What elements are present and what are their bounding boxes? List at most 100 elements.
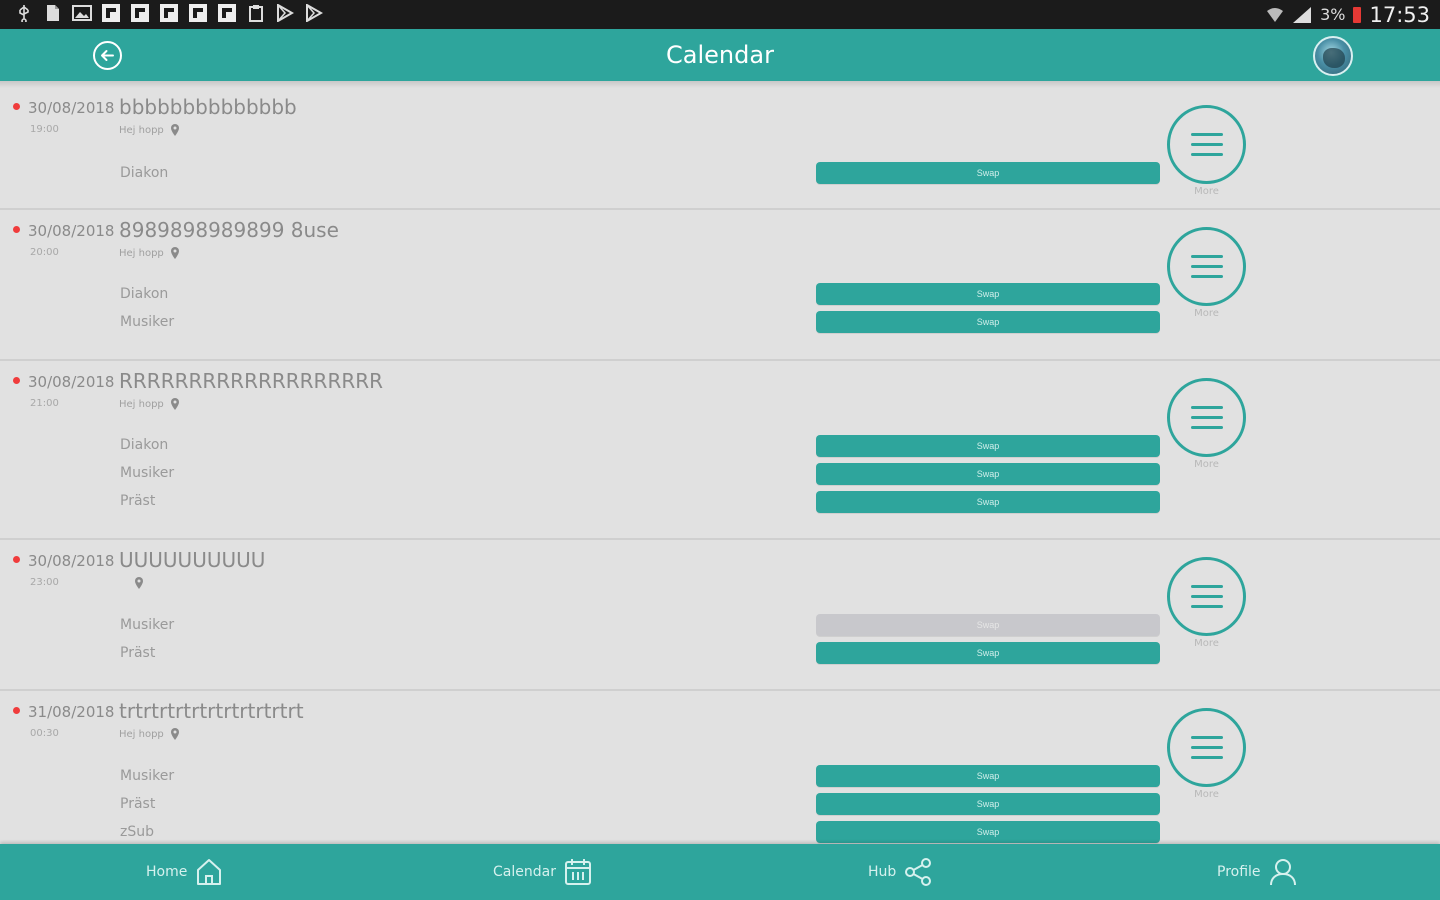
more-button[interactable] [1167, 227, 1246, 306]
nav-profile[interactable]: Profile [1217, 844, 1297, 900]
more-button[interactable] [1167, 708, 1246, 787]
event-time: 00:30 [30, 728, 59, 739]
event-item[interactable]: 30/08/2018 21:00 RRRRRRRRRRRRRRRRRRR Hej… [0, 361, 1440, 540]
event-status-dot [13, 556, 20, 563]
nav-hub[interactable]: Hub [868, 844, 932, 900]
swap-button[interactable]: Swap [816, 491, 1160, 513]
role-label: Präst [120, 645, 156, 661]
play-store-icon [304, 3, 324, 23]
app-header: Calendar [0, 29, 1440, 81]
event-location[interactable]: Hej hopp [119, 728, 180, 740]
app-notification-icon [159, 3, 179, 23]
back-button[interactable] [92, 40, 123, 71]
wifi-icon [1267, 7, 1284, 22]
role-label: Musiker [120, 617, 175, 633]
location-pin-icon [170, 398, 179, 410]
nav-home-label: Home [146, 864, 188, 880]
swap-button[interactable]: Swap [816, 283, 1160, 305]
location-pin-icon [170, 124, 179, 136]
more-label: More [1194, 459, 1219, 470]
event-status-dot [13, 226, 20, 233]
nav-profile-label: Profile [1217, 864, 1261, 880]
event-title: RRRRRRRRRRRRRRRRRRR [119, 369, 384, 393]
event-time: 19:00 [30, 124, 59, 135]
role-label: zSub [120, 824, 154, 840]
page-title: Calendar [666, 41, 774, 69]
event-location-text: Hej hopp [119, 124, 164, 136]
app-notification-icon [130, 3, 150, 23]
image-icon [72, 3, 92, 23]
more-button[interactable] [1167, 557, 1246, 636]
calendar-icon [564, 859, 591, 885]
event-item[interactable]: 30/08/2018 20:00 8989898989899 8use Hej … [0, 210, 1440, 361]
notification-icons [14, 3, 324, 23]
swap-button-disabled[interactable]: Swap [816, 614, 1160, 636]
event-location-text: Hej hopp [119, 398, 164, 410]
event-list[interactable]: 30/08/2018 19:00 bbbbbbbbbbbbbb Hej hopp… [0, 87, 1440, 844]
location-pin-icon [170, 728, 179, 740]
swap-button[interactable]: Swap [816, 765, 1160, 787]
nav-home[interactable]: Home [146, 844, 223, 900]
back-arrow-icon [93, 41, 122, 70]
event-location[interactable]: Hej hopp [119, 247, 180, 259]
more-label: More [1194, 638, 1219, 649]
swap-button[interactable]: Swap [816, 435, 1160, 457]
event-time: 23:00 [30, 577, 59, 588]
swap-button[interactable]: Swap [816, 311, 1160, 333]
more-button[interactable] [1167, 105, 1246, 184]
event-location[interactable] [128, 577, 144, 589]
nav-hub-label: Hub [868, 864, 897, 880]
event-date: 31/08/2018 [28, 703, 115, 721]
role-label: Diakon [120, 165, 169, 181]
role-label: Diakon [120, 286, 169, 302]
event-date: 30/08/2018 [28, 99, 115, 117]
role-label: Präst [120, 796, 156, 812]
event-location[interactable]: Hej hopp [119, 124, 180, 136]
menu-icon [1191, 585, 1223, 588]
swap-button[interactable]: Swap [816, 162, 1160, 184]
event-time: 20:00 [30, 247, 59, 258]
bottom-nav: Home Calendar Hub Profile [0, 844, 1440, 900]
signal-icon [1293, 6, 1312, 23]
play-store-icon [275, 3, 295, 23]
event-item[interactable]: 31/08/2018 00:30 trtrtrtrtrtrtrtrtrtrtrt… [0, 691, 1440, 844]
battery-icon [1353, 6, 1362, 23]
location-pin-icon [170, 247, 179, 259]
menu-icon [1191, 255, 1223, 258]
event-date: 30/08/2018 [28, 222, 115, 240]
event-title: UUUUUUUUUU [119, 548, 266, 572]
event-location[interactable]: Hej hopp [119, 398, 180, 410]
swap-button[interactable]: Swap [816, 821, 1160, 843]
file-icon [43, 3, 63, 23]
role-label: Musiker [120, 314, 175, 330]
system-status: 3% 17:53 [1266, 0, 1430, 29]
clock: 17:53 [1369, 2, 1430, 27]
event-location-text: Hej hopp [119, 247, 164, 259]
swap-button[interactable]: Swap [816, 793, 1160, 815]
more-label: More [1194, 186, 1219, 197]
usb-icon [14, 3, 34, 23]
swap-button[interactable]: Swap [816, 463, 1160, 485]
event-title: trtrtrtrtrtrtrtrtrtrtrt [119, 699, 304, 723]
nav-calendar[interactable]: Calendar [493, 844, 592, 900]
menu-icon [1191, 736, 1223, 739]
home-icon [197, 859, 222, 885]
app-notification-icon [217, 3, 237, 23]
more-button[interactable] [1167, 378, 1246, 457]
event-status-dot [13, 707, 20, 714]
clipboard-icon [246, 3, 266, 23]
event-status-dot [13, 377, 20, 384]
role-label: Präst [120, 493, 156, 509]
swap-button[interactable]: Swap [816, 642, 1160, 664]
event-item[interactable]: 30/08/2018 23:00 UUUUUUUUUU Musiker Swap… [0, 540, 1440, 691]
more-label: More [1194, 789, 1219, 800]
status-bar: 3% 17:53 [0, 0, 1440, 29]
role-label: Diakon [120, 437, 169, 453]
app-notification-icon [188, 3, 208, 23]
event-item[interactable]: 30/08/2018 19:00 bbbbbbbbbbbbbb Hej hopp… [0, 87, 1440, 210]
battery-percent: 3% [1320, 5, 1346, 24]
menu-icon [1191, 133, 1223, 136]
avatar[interactable] [1313, 36, 1353, 76]
event-time: 21:00 [30, 398, 59, 409]
more-label: More [1194, 308, 1219, 319]
